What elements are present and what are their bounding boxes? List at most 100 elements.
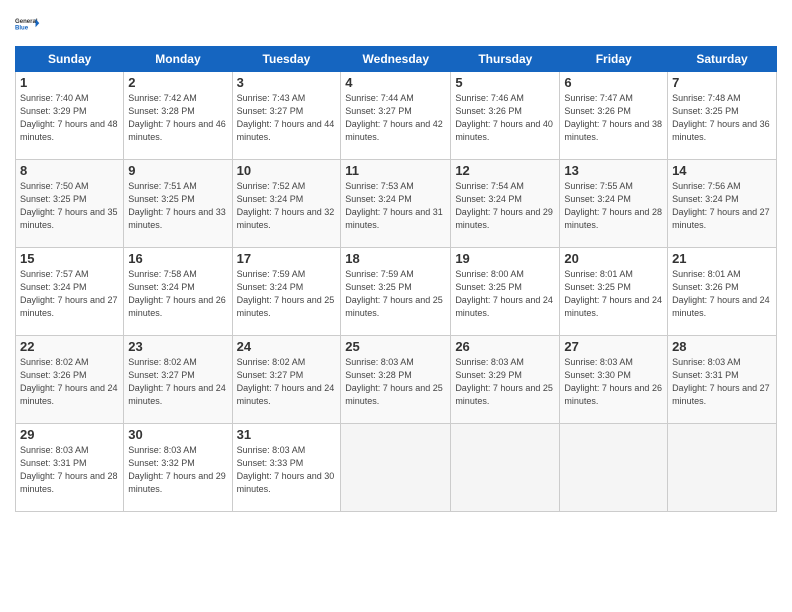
empty-cell [560,424,668,512]
day-cell-1: 1 Sunrise: 7:40 AMSunset: 3:29 PMDaylight… [16,72,124,160]
weekday-header-monday: Monday [124,47,232,72]
day-number: 23 [128,339,227,354]
day-info: Sunrise: 7:56 AMSunset: 3:24 PMDaylight:… [672,180,772,232]
page: GeneralBlue SundayMondayTuesdayWednesday… [0,0,792,612]
day-cell-12: 12 Sunrise: 7:54 AMSunset: 3:24 PMDayligh… [451,160,560,248]
day-cell-29: 29Sunrise: 8:03 AMSunset: 3:31 PMDayligh… [16,424,124,512]
empty-cell [668,424,777,512]
day-info: Sunrise: 7:53 AMSunset: 3:24 PMDaylight:… [345,180,446,232]
day-number: 12 [455,163,555,178]
day-cell-24: 24 Sunrise: 8:02 AMSunset: 3:27 PMDayligh… [232,336,341,424]
calendar-week-3: 15Sunrise: 7:57 AMSunset: 3:24 PMDayligh… [16,248,777,336]
empty-cell [341,424,451,512]
weekday-header-saturday: Saturday [668,47,777,72]
day-info: Sunrise: 7:55 AMSunset: 3:24 PMDaylight:… [564,180,663,232]
day-info: Sunrise: 7:59 AMSunset: 3:24 PMDaylight:… [237,268,337,320]
weekday-header-friday: Friday [560,47,668,72]
day-info: Sunrise: 8:03 AMSunset: 3:28 PMDaylight:… [345,356,446,408]
day-info: Sunrise: 7:58 AMSunset: 3:24 PMDaylight:… [128,268,227,320]
day-info: Sunrise: 7:51 AMSunset: 3:25 PMDaylight:… [128,180,227,232]
day-info: Sunrise: 8:02 AMSunset: 3:27 PMDaylight:… [128,356,227,408]
day-cell-4: 4Sunrise: 7:44 AMSunset: 3:27 PMDaylight… [341,72,451,160]
day-cell-11: 11 Sunrise: 7:53 AMSunset: 3:24 PMDayligh… [341,160,451,248]
day-number: 28 [672,339,772,354]
day-info: Sunrise: 8:03 AMSunset: 3:30 PMDaylight:… [564,356,663,408]
day-cell-19: 19 Sunrise: 8:00 AMSunset: 3:25 PMDayligh… [451,248,560,336]
day-number: 1 [20,75,119,90]
day-number: 26 [455,339,555,354]
day-info: Sunrise: 8:01 AMSunset: 3:26 PMDaylight:… [672,268,772,320]
day-cell-8: 8Sunrise: 7:50 AMSunset: 3:25 PMDaylight… [16,160,124,248]
day-info: Sunrise: 8:00 AMSunset: 3:25 PMDaylight:… [455,268,555,320]
day-info: Sunrise: 8:03 AMSunset: 3:31 PMDaylight:… [672,356,772,408]
day-number: 14 [672,163,772,178]
day-info: Sunrise: 7:54 AMSunset: 3:24 PMDaylight:… [455,180,555,232]
day-info: Sunrise: 8:03 AMSunset: 3:32 PMDaylight:… [128,444,227,496]
day-number: 10 [237,163,337,178]
day-number: 7 [672,75,772,90]
day-cell-25: 25 Sunrise: 8:03 AMSunset: 3:28 PMDayligh… [341,336,451,424]
day-number: 3 [237,75,337,90]
day-info: Sunrise: 7:50 AMSunset: 3:25 PMDaylight:… [20,180,119,232]
day-info: Sunrise: 7:48 AMSunset: 3:25 PMDaylight:… [672,92,772,144]
day-cell-5: 5Sunrise: 7:46 AMSunset: 3:26 PMDaylight… [451,72,560,160]
day-info: Sunrise: 8:03 AMSunset: 3:33 PMDaylight:… [237,444,337,496]
day-number: 13 [564,163,663,178]
day-number: 9 [128,163,227,178]
day-info: Sunrise: 8:01 AMSunset: 3:25 PMDaylight:… [564,268,663,320]
day-cell-6: 6 Sunrise: 7:47 AMSunset: 3:26 PMDaylight… [560,72,668,160]
day-info: Sunrise: 7:52 AMSunset: 3:24 PMDaylight:… [237,180,337,232]
day-number: 31 [237,427,337,442]
weekday-header-tuesday: Tuesday [232,47,341,72]
day-info: Sunrise: 7:59 AMSunset: 3:25 PMDaylight:… [345,268,446,320]
day-cell-14: 14 Sunrise: 7:56 AMSunset: 3:24 PMDayligh… [668,160,777,248]
day-info: Sunrise: 7:43 AMSunset: 3:27 PMDaylight:… [237,92,337,144]
day-number: 18 [345,251,446,266]
weekday-header-wednesday: Wednesday [341,47,451,72]
day-info: Sunrise: 7:40 AMSunset: 3:29 PMDaylight:… [20,92,119,144]
day-number: 25 [345,339,446,354]
calendar-table: SundayMondayTuesdayWednesdayThursdayFrid… [15,46,777,512]
day-number: 2 [128,75,227,90]
day-number: 29 [20,427,119,442]
day-cell-26: 26Sunrise: 8:03 AMSunset: 3:29 PMDayligh… [451,336,560,424]
day-cell-2: 2 Sunrise: 7:42 AMSunset: 3:28 PMDaylight… [124,72,232,160]
day-number: 19 [455,251,555,266]
svg-text:Blue: Blue [15,26,29,32]
day-info: Sunrise: 7:57 AMSunset: 3:24 PMDaylight:… [20,268,119,320]
day-cell-31: 31 Sunrise: 8:03 AMSunset: 3:33 PMDayligh… [232,424,341,512]
day-cell-20: 20 Sunrise: 8:01 AMSunset: 3:25 PMDayligh… [560,248,668,336]
calendar-header-row: SundayMondayTuesdayWednesdayThursdayFrid… [16,47,777,72]
day-number: 20 [564,251,663,266]
day-cell-9: 9 Sunrise: 7:51 AMSunset: 3:25 PMDaylight… [124,160,232,248]
day-cell-10: 10 Sunrise: 7:52 AMSunset: 3:24 PMDayligh… [232,160,341,248]
day-number: 11 [345,163,446,178]
day-info: Sunrise: 7:47 AMSunset: 3:26 PMDaylight:… [564,92,663,144]
day-number: 6 [564,75,663,90]
day-info: Sunrise: 8:02 AMSunset: 3:26 PMDaylight:… [20,356,119,408]
day-number: 27 [564,339,663,354]
day-number: 16 [128,251,227,266]
day-number: 24 [237,339,337,354]
day-cell-23: 23 Sunrise: 8:02 AMSunset: 3:27 PMDayligh… [124,336,232,424]
day-cell-21: 21 Sunrise: 8:01 AMSunset: 3:26 PMDayligh… [668,248,777,336]
calendar-week-2: 8Sunrise: 7:50 AMSunset: 3:25 PMDaylight… [16,160,777,248]
calendar-week-5: 29Sunrise: 8:03 AMSunset: 3:31 PMDayligh… [16,424,777,512]
day-info: Sunrise: 8:02 AMSunset: 3:27 PMDaylight:… [237,356,337,408]
day-cell-17: 17 Sunrise: 7:59 AMSunset: 3:24 PMDayligh… [232,248,341,336]
day-number: 21 [672,251,772,266]
logo: GeneralBlue [15,10,43,38]
day-cell-7: 7 Sunrise: 7:48 AMSunset: 3:25 PMDaylight… [668,72,777,160]
day-cell-3: 3 Sunrise: 7:43 AMSunset: 3:27 PMDaylight… [232,72,341,160]
header: GeneralBlue [15,10,777,38]
day-number: 17 [237,251,337,266]
day-info: Sunrise: 7:42 AMSunset: 3:28 PMDaylight:… [128,92,227,144]
day-info: Sunrise: 7:46 AMSunset: 3:26 PMDaylight:… [455,92,555,144]
day-number: 30 [128,427,227,442]
day-cell-28: 28 Sunrise: 8:03 AMSunset: 3:31 PMDayligh… [668,336,777,424]
day-cell-22: 22Sunrise: 8:02 AMSunset: 3:26 PMDayligh… [16,336,124,424]
weekday-header-sunday: Sunday [16,47,124,72]
day-cell-13: 13 Sunrise: 7:55 AMSunset: 3:24 PMDayligh… [560,160,668,248]
day-number: 4 [345,75,446,90]
logo-icon: GeneralBlue [15,10,43,38]
